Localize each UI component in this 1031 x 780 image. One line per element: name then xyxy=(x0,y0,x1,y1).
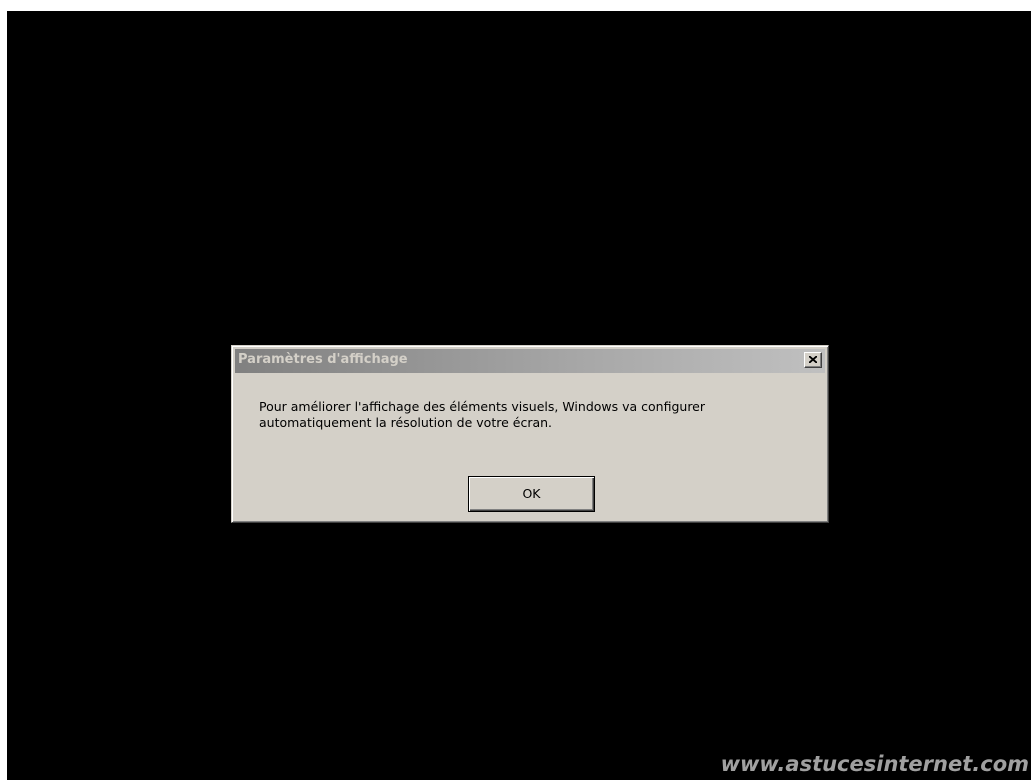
dialog-title: Paramètres d'affichage xyxy=(238,352,408,367)
dialog-message: Pour améliorer l'affichage des éléments … xyxy=(259,399,819,431)
ok-button[interactable]: OK xyxy=(468,476,595,512)
close-button[interactable] xyxy=(804,352,822,368)
message-line-1: Pour améliorer l'affichage des éléments … xyxy=(259,399,706,414)
display-settings-dialog: Paramètres d'affichage Pour améliorer l'… xyxy=(231,345,829,523)
message-line-2: automatiquement la résolution de votre é… xyxy=(259,415,553,430)
desktop-background: Paramètres d'affichage Pour améliorer l'… xyxy=(7,11,1031,780)
close-icon xyxy=(809,356,817,363)
watermark-text: www.astucesinternet.com xyxy=(720,752,1029,776)
dialog-titlebar[interactable]: Paramètres d'affichage xyxy=(235,349,825,373)
